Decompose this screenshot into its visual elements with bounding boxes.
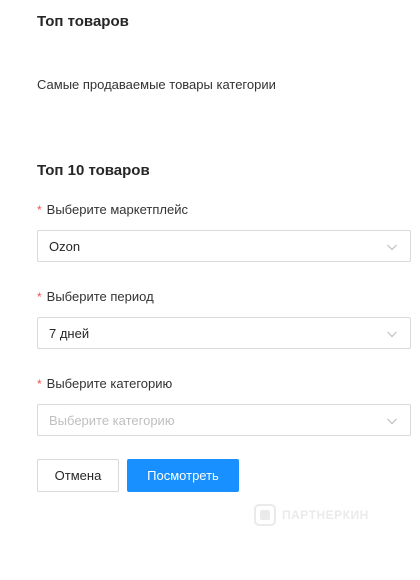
view-button[interactable]: Посмотреть — [127, 459, 239, 492]
period-label: * Выберите период — [37, 289, 154, 304]
page-subtitle: Самые продаваемые товары категории — [37, 77, 276, 92]
marketplace-select-value: Ozon — [49, 239, 81, 254]
chevron-down-icon — [387, 418, 397, 425]
marketplace-label: * Выберите маркетплейс — [37, 202, 188, 217]
category-label: * Выберите категорию — [37, 376, 172, 391]
required-mark: * — [37, 290, 42, 304]
period-select[interactable]: 7 дней — [37, 317, 411, 349]
period-label-text: Выберите период — [46, 289, 154, 304]
category-select-placeholder: Выберите категорию — [49, 413, 175, 428]
category-label-text: Выберите категорию — [46, 376, 173, 391]
section-title: Топ 10 товаров — [37, 162, 150, 179]
page-title: Топ товаров — [37, 13, 129, 30]
period-select-value: 7 дней — [49, 326, 90, 341]
top-products-panel: Топ товаров Самые продаваемые товары кат… — [0, 0, 420, 580]
marketplace-select[interactable]: Ozon — [37, 230, 411, 262]
required-mark: * — [37, 377, 42, 391]
category-select[interactable]: Выберите категорию — [37, 404, 411, 436]
watermark: ПАРТНЕРКИН — [254, 504, 369, 526]
watermark-text: ПАРТНЕРКИН — [282, 508, 369, 522]
cancel-button[interactable]: Отмена — [37, 459, 119, 492]
chevron-down-icon — [387, 331, 397, 338]
marketplace-label-text: Выберите маркетплейс — [46, 202, 188, 217]
chevron-down-icon — [387, 244, 397, 251]
required-mark: * — [37, 203, 42, 217]
watermark-logo-icon — [254, 504, 276, 526]
